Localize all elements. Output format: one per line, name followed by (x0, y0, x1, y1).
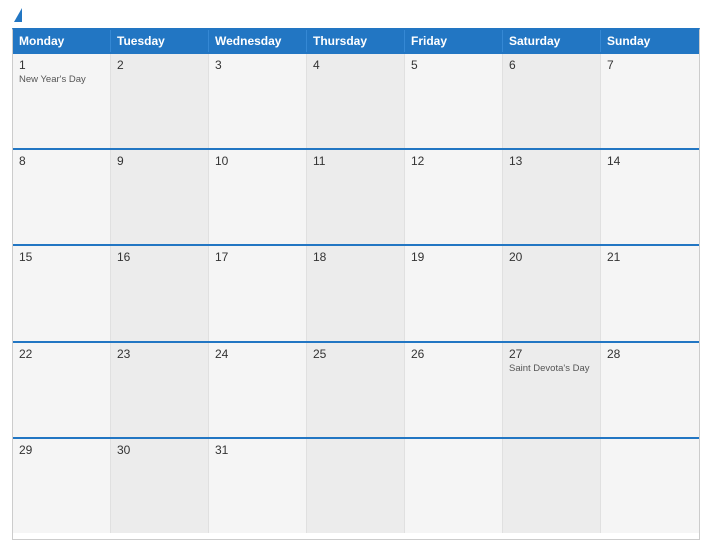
cal-cell: 1 New Year's Day (13, 54, 111, 148)
day-number: 23 (117, 347, 202, 361)
cal-cell (601, 439, 699, 533)
day-header-monday: Monday (13, 30, 111, 52)
day-number: 1 (19, 58, 104, 72)
day-number: 31 (215, 443, 300, 457)
day-number: 9 (117, 154, 202, 168)
cal-cell: 2 (111, 54, 209, 148)
calendar-body: 1New Year's Day2345678910111213141516171… (13, 52, 699, 533)
day-number: 20 (509, 250, 594, 264)
day-number: 26 (411, 347, 496, 361)
cal-cell: 14 (601, 150, 699, 244)
day-number: 4 (313, 58, 398, 72)
day-number: 6 (509, 58, 594, 72)
cal-cell: 22 (13, 343, 111, 437)
cal-cell: 27 Saint Devota's Day (503, 343, 601, 437)
cal-cell (405, 439, 503, 533)
day-number: 15 (19, 250, 104, 264)
cal-cell: 28 (601, 343, 699, 437)
day-number: 30 (117, 443, 202, 457)
cal-cell: 12 (405, 150, 503, 244)
cal-cell: 21 (601, 246, 699, 340)
cal-cell: 29 (13, 439, 111, 533)
day-number: 27 (509, 347, 594, 361)
cal-cell: 18 (307, 246, 405, 340)
calendar: MondayTuesdayWednesdayThursdayFridaySatu… (12, 28, 700, 540)
day-number: 28 (607, 347, 693, 361)
cal-cell: 25 (307, 343, 405, 437)
cal-cell: 11 (307, 150, 405, 244)
day-number: 5 (411, 58, 496, 72)
cal-cell: 16 (111, 246, 209, 340)
day-header-wednesday: Wednesday (209, 30, 307, 52)
week-row-5: 29 30 31 (13, 437, 699, 533)
cal-cell: 7 (601, 54, 699, 148)
cal-cell: 6 (503, 54, 601, 148)
day-header-tuesday: Tuesday (111, 30, 209, 52)
day-number: 11 (313, 154, 398, 168)
cal-cell: 20 (503, 246, 601, 340)
calendar-page: MondayTuesdayWednesdayThursdayFridaySatu… (0, 0, 712, 550)
calendar-header-row: MondayTuesdayWednesdayThursdayFridaySatu… (13, 30, 699, 52)
cal-cell: 4 (307, 54, 405, 148)
cal-cell: 5 (405, 54, 503, 148)
day-number: 7 (607, 58, 693, 72)
day-header-saturday: Saturday (503, 30, 601, 52)
cal-cell (503, 439, 601, 533)
logo (12, 10, 22, 22)
day-number: 16 (117, 250, 202, 264)
day-number: 29 (19, 443, 104, 457)
cal-cell: 23 (111, 343, 209, 437)
cal-cell: 13 (503, 150, 601, 244)
cal-cell: 30 (111, 439, 209, 533)
week-row-3: 15 16 17 18 19 20 21 (13, 244, 699, 340)
day-number: 8 (19, 154, 104, 168)
logo-triangle-icon (14, 8, 22, 22)
day-number: 2 (117, 58, 202, 72)
day-number: 25 (313, 347, 398, 361)
day-number: 19 (411, 250, 496, 264)
day-number: 24 (215, 347, 300, 361)
header (12, 10, 700, 22)
day-number: 12 (411, 154, 496, 168)
day-header-thursday: Thursday (307, 30, 405, 52)
day-number: 14 (607, 154, 693, 168)
holiday-label: Saint Devota's Day (509, 363, 594, 374)
day-number: 13 (509, 154, 594, 168)
cal-cell (307, 439, 405, 533)
week-row-2: 89 10 11 12 13 14 (13, 148, 699, 244)
day-number: 18 (313, 250, 398, 264)
week-row-4: 22 23 24 25 26 27 Saint Devota's Day 28 (13, 341, 699, 437)
cal-cell: 19 (405, 246, 503, 340)
cal-cell: 3 (209, 54, 307, 148)
cal-cell: 26 (405, 343, 503, 437)
cal-cell: 9 (111, 150, 209, 244)
week-row-1: 1 New Year's Day 234567 (13, 52, 699, 148)
day-number: 21 (607, 250, 693, 264)
day-number: 3 (215, 58, 300, 72)
day-number: 22 (19, 347, 104, 361)
day-number: 10 (215, 154, 300, 168)
cal-cell: 17 (209, 246, 307, 340)
cal-cell: 15 (13, 246, 111, 340)
day-header-friday: Friday (405, 30, 503, 52)
cal-cell: 31 (209, 439, 307, 533)
day-number: 17 (215, 250, 300, 264)
cal-cell: 8 (13, 150, 111, 244)
cal-cell: 24 (209, 343, 307, 437)
holiday-label: New Year's Day (19, 74, 104, 85)
cal-cell: 10 (209, 150, 307, 244)
day-header-sunday: Sunday (601, 30, 699, 52)
